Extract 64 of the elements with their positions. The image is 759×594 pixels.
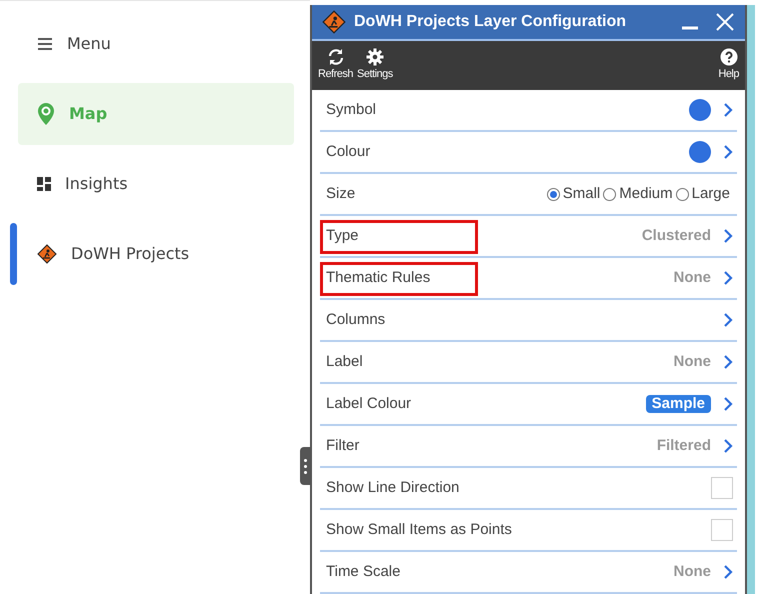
sidebar-item[interactable]: DoWH Projects <box>18 223 294 285</box>
chevron-right-icon <box>723 144 733 160</box>
toolbar-button[interactable]: Refresh <box>316 48 356 83</box>
radio-option[interactable]: Small <box>546 182 600 206</box>
radio-button[interactable] <box>676 188 689 200</box>
help-icon <box>720 48 738 66</box>
setting-value: Clustered <box>642 226 711 246</box>
setting-row[interactable]: Filter Filtered <box>320 426 737 468</box>
setting-value: None <box>674 268 711 288</box>
radio-button[interactable] <box>603 188 616 200</box>
sidebar-item[interactable]: Menu <box>18 13 294 75</box>
settings-icon <box>366 48 384 66</box>
setting-row[interactable]: Show Small Items as Points <box>320 510 737 552</box>
setting-value: Filtered <box>656 436 711 456</box>
resize-handle[interactable] <box>300 447 310 485</box>
menu-icon <box>37 37 53 51</box>
setting-row[interactable]: Time Scale None <box>320 552 737 594</box>
setting-label: Filter <box>326 436 360 456</box>
checkbox[interactable] <box>711 477 733 499</box>
checkbox[interactable] <box>711 519 733 541</box>
setting-label: Thematic Rules <box>326 268 432 288</box>
setting-value: None <box>674 562 711 582</box>
setting-row[interactable]: Symbol <box>320 90 737 132</box>
setting-label: Symbol <box>326 100 378 120</box>
chevron-right-icon <box>723 312 733 328</box>
setting-label: Columns <box>326 310 386 330</box>
setting-row[interactable]: Label Colour Sample <box>320 384 737 426</box>
setting-row[interactable]: Thematic Rules None <box>320 258 737 300</box>
sidebar-item[interactable]: Insights <box>18 153 294 215</box>
toolbar-button[interactable]: Settings <box>355 48 395 83</box>
setting-label: Label <box>326 352 364 372</box>
setting-label: Time Scale <box>326 562 402 582</box>
dashboard-icon <box>37 177 51 191</box>
toolbar-button[interactable]: Help <box>716 48 741 83</box>
setting-label: Show Small Items as Points <box>326 520 513 540</box>
window-title: DoWH Projects Layer Configuration <box>354 12 628 32</box>
chevron-right-icon <box>723 396 733 412</box>
setting-row[interactable]: Label None <box>320 342 737 384</box>
chevron-right-icon <box>723 438 733 454</box>
setting-row[interactable]: Columns <box>320 300 737 342</box>
chevron-right-icon <box>723 270 733 286</box>
road-work-sign-icon <box>322 10 346 34</box>
setting-row[interactable]: Size Small Medium Large <box>320 174 737 216</box>
chevron-right-icon <box>723 228 733 244</box>
setting-row[interactable]: Type Clustered <box>320 216 737 258</box>
colour-sample: Sample <box>646 395 711 413</box>
road-work-sign-icon <box>37 244 57 264</box>
radio-option[interactable]: Medium <box>603 182 673 206</box>
setting-label: Colour <box>326 142 372 162</box>
setting-label: Type <box>326 226 360 246</box>
setting-label: Label Colour <box>326 394 412 414</box>
chevron-right-icon <box>723 354 733 370</box>
chevron-right-icon <box>723 564 733 580</box>
radio-button[interactable] <box>546 188 560 200</box>
setting-label: Size <box>326 184 356 204</box>
setting-row[interactable]: Colour <box>320 132 737 174</box>
setting-value: None <box>674 352 711 372</box>
map-pin-icon <box>37 102 55 126</box>
refresh-icon <box>326 48 345 66</box>
radio-option[interactable]: Large <box>676 182 730 206</box>
setting-label: Show Line Direction <box>326 478 460 498</box>
close-icon[interactable] <box>715 12 735 32</box>
chevron-right-icon <box>723 102 733 118</box>
setting-row[interactable]: Show Line Direction <box>320 468 737 510</box>
